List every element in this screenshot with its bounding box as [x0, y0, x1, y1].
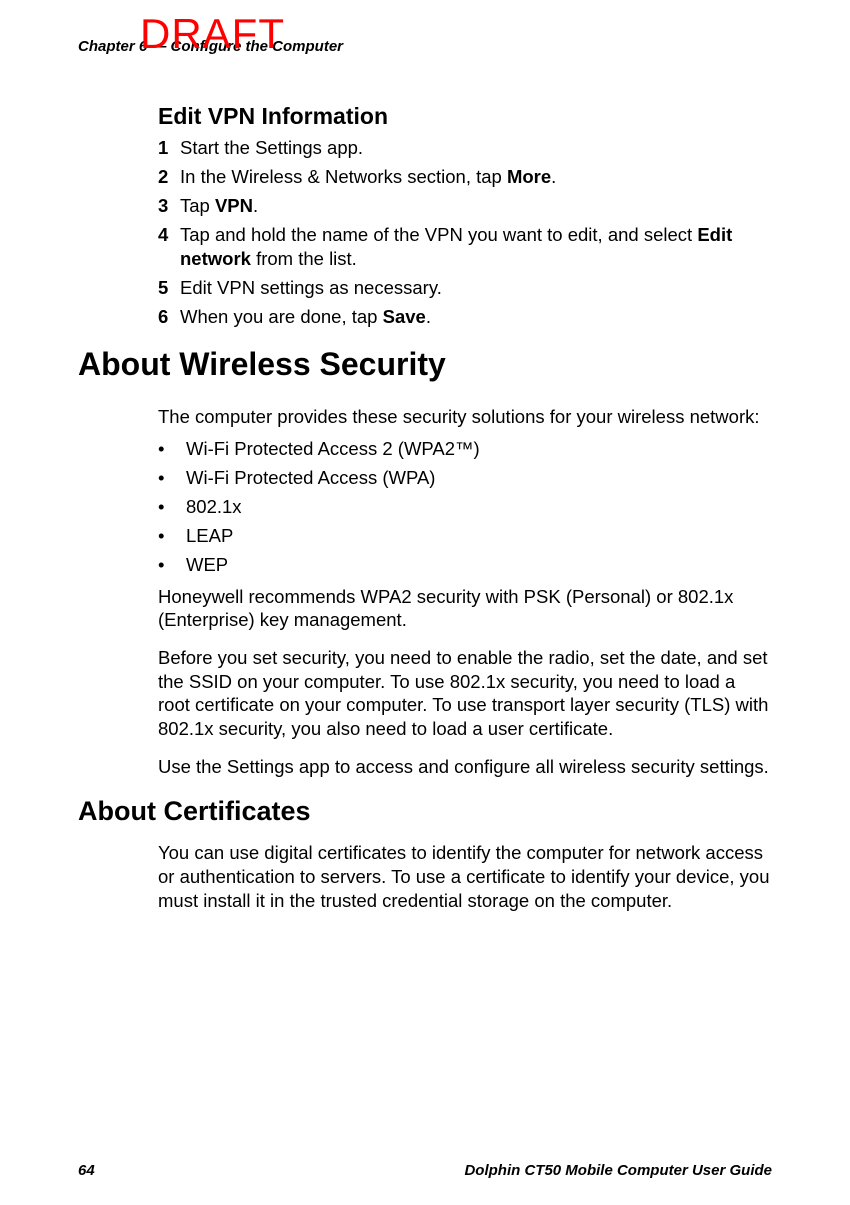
bullet-marker: • [158, 466, 186, 490]
prerequisite-paragraph: Before you set security, you need to ena… [158, 646, 772, 741]
bullet-text: Wi-Fi Protected Access (WPA) [186, 466, 435, 490]
step-item: 6When you are done, tap Save. [158, 305, 772, 328]
security-bullet-list: •Wi-Fi Protected Access 2 (WPA2™)•Wi-Fi … [158, 437, 772, 577]
step-number: 3 [158, 194, 180, 217]
bold-text: VPN [215, 195, 253, 216]
bullet-item: •802.1x [158, 495, 772, 519]
step-number: 2 [158, 165, 180, 188]
page-footer: 64 Dolphin CT50 Mobile Computer User Gui… [78, 1162, 772, 1179]
page-number: 64 [78, 1162, 95, 1179]
section-edit-vpn: Edit VPN Information 1Start the Settings… [78, 103, 772, 328]
step-number: 1 [158, 136, 180, 159]
step-item: 2In the Wireless & Networks section, tap… [158, 165, 772, 188]
certificates-paragraph: You can use digital certificates to iden… [158, 841, 772, 912]
bullet-item: •LEAP [158, 524, 772, 548]
step-text: Tap VPN. [180, 194, 772, 217]
bold-text: Save [383, 306, 426, 327]
bold-text: More [507, 166, 551, 187]
heading-certificates: About Certificates [78, 796, 772, 827]
step-item: 4Tap and hold the name of the VPN you wa… [158, 223, 772, 269]
step-text: When you are done, tap Save. [180, 305, 772, 328]
bullet-text: LEAP [186, 524, 233, 548]
bullet-marker: • [158, 524, 186, 548]
recommendation-paragraph: Honeywell recommends WPA2 security with … [158, 585, 772, 632]
settings-paragraph: Use the Settings app to access and confi… [158, 755, 772, 779]
step-item: 3Tap VPN. [158, 194, 772, 217]
step-number: 6 [158, 305, 180, 328]
bullet-marker: • [158, 495, 186, 519]
document-title: Dolphin CT50 Mobile Computer User Guide [464, 1162, 772, 1179]
numbered-steps-list: 1Start the Settings app.2In the Wireless… [158, 136, 772, 328]
bullet-text: WEP [186, 553, 228, 577]
step-text: In the Wireless & Networks section, tap … [180, 165, 772, 188]
page-container: DRAFT Chapter 6 — Configure the Computer… [0, 0, 850, 1205]
step-number: 5 [158, 276, 180, 299]
bullet-marker: • [158, 437, 186, 461]
section-wireless-security-body: The computer provides these security sol… [78, 405, 772, 779]
step-text: Edit VPN settings as necessary. [180, 276, 772, 299]
section-certificates-body: You can use digital certificates to iden… [78, 841, 772, 912]
bold-text: Edit network [180, 224, 732, 268]
bullet-item: •WEP [158, 553, 772, 577]
bullet-item: •Wi-Fi Protected Access (WPA) [158, 466, 772, 490]
step-item: 1Start the Settings app. [158, 136, 772, 159]
draft-watermark: DRAFT [140, 10, 285, 58]
bullet-marker: • [158, 553, 186, 577]
intro-paragraph: The computer provides these security sol… [158, 405, 772, 429]
bullet-item: •Wi-Fi Protected Access 2 (WPA2™) [158, 437, 772, 461]
heading-edit-vpn: Edit VPN Information [158, 103, 772, 130]
step-text: Start the Settings app. [180, 136, 772, 159]
heading-wireless-security: About Wireless Security [78, 346, 772, 383]
bullet-text: Wi-Fi Protected Access 2 (WPA2™) [186, 437, 480, 461]
step-number: 4 [158, 223, 180, 269]
step-item: 5Edit VPN settings as necessary. [158, 276, 772, 299]
bullet-text: 802.1x [186, 495, 242, 519]
step-text: Tap and hold the name of the VPN you wan… [180, 223, 772, 269]
